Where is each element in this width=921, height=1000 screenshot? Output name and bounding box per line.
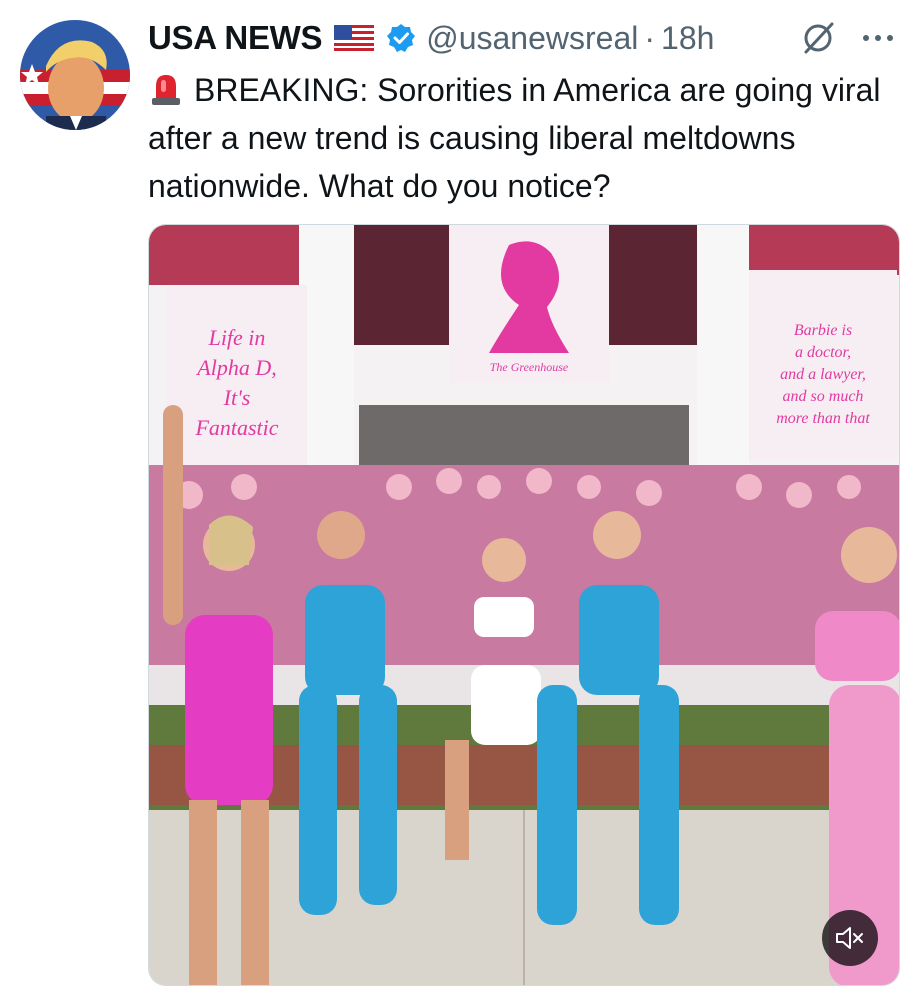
more-options-icon[interactable] <box>858 20 898 56</box>
avatar-image <box>20 20 130 130</box>
separator-dot: · <box>644 19 656 56</box>
svg-text:Fantastic: Fantastic <box>194 415 278 440</box>
svg-text:It's: It's <box>223 385 251 410</box>
svg-text:and so much: and so much <box>783 388 864 405</box>
tweet-header: USA NEWS @usanewsreal · 18h <box>148 14 714 62</box>
verified-badge-icon[interactable] <box>386 23 416 53</box>
banner-left-text: Life in <box>208 325 266 350</box>
tweet-text: BREAKING: Sororities in America are goin… <box>148 66 908 210</box>
grok-icon[interactable] <box>800 20 836 56</box>
svg-text:a doctor,: a doctor, <box>795 344 851 361</box>
tweet-body-text: BREAKING: Sororities in America are goin… <box>148 72 881 204</box>
siren-icon <box>148 70 184 106</box>
video-frame: Life in Alpha D, It's Fantastic The Gree… <box>149 225 899 985</box>
svg-text:Alpha D,: Alpha D, <box>195 355 276 380</box>
us-flag-icon <box>334 25 375 51</box>
mute-toggle-icon[interactable] <box>822 910 878 966</box>
svg-text:The Greenhouse: The Greenhouse <box>490 360 569 374</box>
svg-text:more than that: more than that <box>776 410 870 427</box>
timestamp[interactable]: 18h <box>661 20 714 57</box>
avatar[interactable] <box>20 20 130 130</box>
video-player[interactable]: Life in Alpha D, It's Fantastic The Gree… <box>148 224 900 986</box>
author-name[interactable]: USA NEWS <box>148 19 323 57</box>
author-handle[interactable]: @usanewsreal <box>426 20 638 57</box>
svg-text:and a lawyer,: and a lawyer, <box>780 366 866 383</box>
svg-text:Barbie is: Barbie is <box>794 322 852 339</box>
